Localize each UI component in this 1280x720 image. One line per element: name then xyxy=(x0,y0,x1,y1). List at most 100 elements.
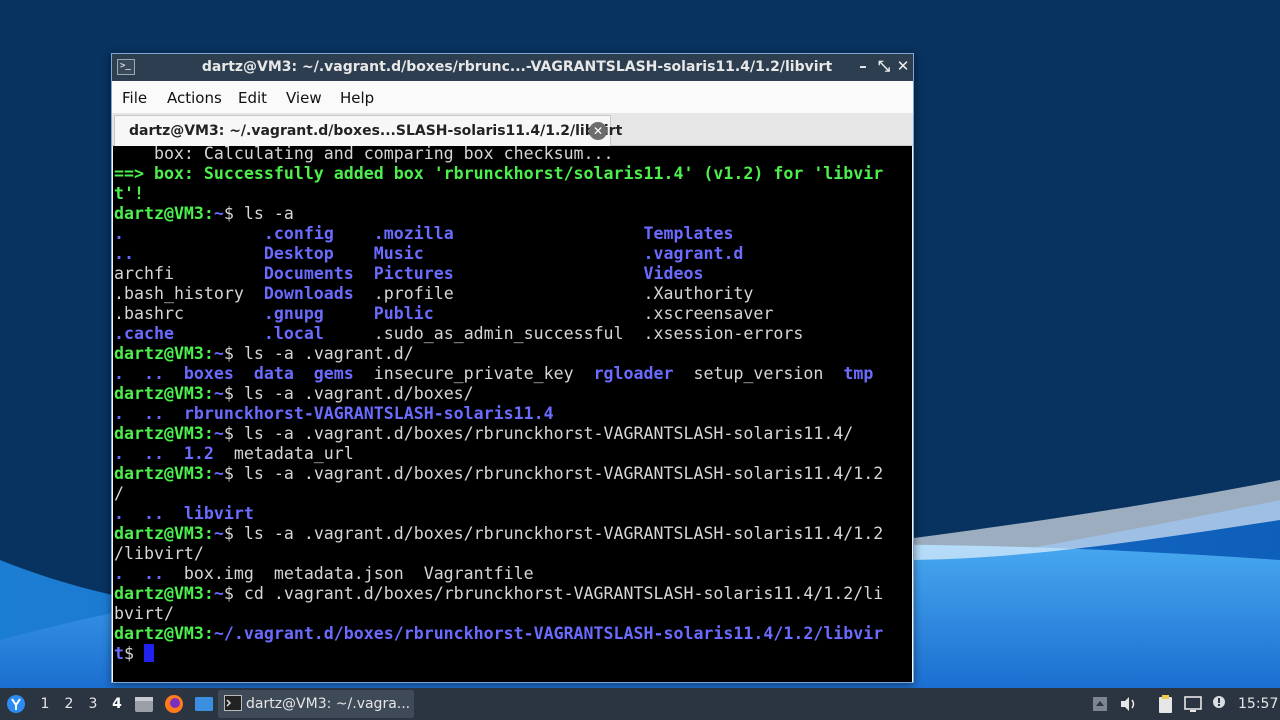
tab-terminal[interactable]: dartz@VM3: ~/.vagrant.d/boxes...SLASH-so… xyxy=(114,115,622,146)
terminal-line: dartz@VM3:~/.vagrant.d/boxes/rbrunckhors… xyxy=(114,624,883,644)
terminal-line: . .. box.img metadata.json Vagrantfile xyxy=(114,564,534,584)
terminal-cursor xyxy=(143,644,154,662)
terminal-line: archfi Documents Pictures Videos xyxy=(114,264,704,284)
terminal-text: .bashrc xyxy=(114,304,264,323)
tray-up-arrow-icon[interactable] xyxy=(1089,693,1111,715)
network-icon[interactable] xyxy=(1182,693,1204,715)
taskbar-terminal-button[interactable]: dartz@VM3: ~/.vagra... xyxy=(218,690,414,718)
terminal-text: Music xyxy=(373,244,424,263)
terminal-line: ==> box: Successfully added box 'rbrunck… xyxy=(114,164,883,184)
terminal-text: t'! xyxy=(114,184,144,203)
terminal-text: $ ls -a xyxy=(223,204,294,223)
terminal-line: t'! xyxy=(114,184,144,204)
terminal-text: .local xyxy=(263,324,324,343)
terminal-line: /libvirt/ xyxy=(114,544,204,564)
menu-actions[interactable]: Actions xyxy=(167,89,222,107)
menu-view[interactable]: View xyxy=(286,89,322,107)
terminal-text: $ ls -a .vagrant.d/boxes/rbrunckhorst-VA… xyxy=(223,464,884,483)
terminal-text: $ ls -a .vagrant.d/ xyxy=(223,344,414,363)
terminal-line: . .. libvirt xyxy=(114,504,254,524)
menu-edit[interactable]: Edit xyxy=(238,89,267,107)
terminal-text: t xyxy=(114,644,124,663)
clipboard-icon[interactable] xyxy=(1154,693,1176,715)
terminal-text: dartz@VM3: xyxy=(114,424,214,443)
menu-bar: File Actions Edit View Help xyxy=(112,81,913,113)
minimize-button[interactable]: – xyxy=(854,57,872,77)
terminal-text: .profile .Xauthority xyxy=(353,284,754,303)
window-title: dartz@VM3: ~/.vagrant.d/boxes/rbrunc...-… xyxy=(201,59,833,75)
terminal-line: .bash_history Downloads .profile .Xautho… xyxy=(114,284,753,304)
terminal-text: Downloads xyxy=(263,284,354,303)
terminal-line: . .. rbrunckhorst-VAGRANTSLASH-solaris11… xyxy=(114,404,554,424)
terminal-text: $ xyxy=(124,644,144,663)
volume-icon[interactable] xyxy=(1117,693,1139,715)
terminal-text: bvirt/ xyxy=(114,604,174,623)
terminal-text: Videos xyxy=(643,264,704,283)
terminal-line: box: Calculating and comparing box check… xyxy=(114,146,614,164)
terminal-text: $ cd .vagrant.d/boxes/rbrunckhorst-VAGRA… xyxy=(223,584,884,603)
terminal-text: Documents xyxy=(263,264,354,283)
close-button[interactable]: ✕ xyxy=(894,57,912,77)
terminal-text: . .. rbrunckhorst-VAGRANTSLASH-solaris11… xyxy=(114,404,554,423)
terminal-text: tmp xyxy=(843,364,874,383)
terminal-text: .mozilla xyxy=(373,224,454,243)
clock: 15:57 xyxy=(1238,696,1279,712)
terminal-line: . .config .mozilla Templates xyxy=(114,224,733,244)
maximize-button[interactable]: ⤡ xyxy=(875,57,893,77)
terminal-text: . .. 1.2 xyxy=(114,444,214,463)
terminal-window[interactable]: >_ dartz@VM3: ~/.vagrant.d/boxes/rbrunc.… xyxy=(111,53,914,683)
workspace-2[interactable]: 2 xyxy=(62,696,76,712)
terminal-text: . .. xyxy=(114,564,164,583)
taskbar-terminal-label: dartz@VM3: ~/.vagra... xyxy=(246,696,411,712)
terminal-text: .. xyxy=(114,244,134,263)
menu-help[interactable]: Help xyxy=(340,89,374,107)
workspace-4[interactable]: 4 xyxy=(110,696,124,712)
terminal-line: t$ xyxy=(114,644,154,664)
window-titlebar[interactable]: >_ dartz@VM3: ~/.vagrant.d/boxes/rbrunc.… xyxy=(112,54,913,81)
terminal-text: .vagrant.d xyxy=(643,244,744,263)
start-menu-icon[interactable] xyxy=(5,693,27,715)
notification-icon[interactable] xyxy=(1208,693,1230,715)
workspace-3[interactable]: 3 xyxy=(86,696,100,712)
terminal-text: Desktop xyxy=(263,244,334,263)
terminal-text: metadata_url xyxy=(213,444,354,463)
terminal-text: .gnupg xyxy=(263,304,324,323)
workspace-1[interactable]: 1 xyxy=(38,696,52,712)
terminal-text: ~ xyxy=(213,384,224,403)
terminal-text: dartz@VM3: xyxy=(114,524,214,543)
terminal-line: dartz@VM3:~$ ls -a .vagrant.d/boxes/rbru… xyxy=(114,424,853,444)
tab-label: dartz@VM3: ~/.vagrant.d/boxes...SLASH-so… xyxy=(129,123,623,139)
tab-close-icon[interactable]: ✕ xyxy=(589,122,607,140)
terminal-line: .cache .local .sudo_as_admin_successful … xyxy=(114,324,803,344)
terminal-text: $ ls -a .vagrant.d/boxes/ xyxy=(223,384,474,403)
terminal-line: dartz@VM3:~$ ls -a xyxy=(114,204,294,224)
terminal-text: $ ls -a .vagrant.d/boxes/rbrunckhorst-VA… xyxy=(223,424,854,443)
terminal-text: dartz@VM3: xyxy=(114,624,214,643)
terminal-text: ~ xyxy=(213,464,224,483)
file-manager-icon[interactable] xyxy=(133,693,155,715)
terminal-text: $ ls -a .vagrant.d/boxes/rbrunckhorst-VA… xyxy=(223,524,884,543)
terminal-text: dartz@VM3: xyxy=(114,464,214,483)
terminal-text: Pictures xyxy=(373,264,454,283)
terminal-text: Public xyxy=(373,304,434,323)
terminal-text: /libvirt/ xyxy=(114,544,204,563)
taskbar: 1 2 3 4 dartz@VM3: ~/.vagra... 15:57 xyxy=(0,688,1280,720)
terminal-output[interactable]: box: Calculating and comparing box check… xyxy=(113,146,912,682)
show-desktop-icon[interactable] xyxy=(193,693,215,715)
terminal-text: box.img metadata.json Vagrantfile xyxy=(163,564,534,583)
firefox-icon[interactable] xyxy=(163,693,185,715)
terminal-text: ==> box: Successfully added box 'rbrunck… xyxy=(114,164,884,183)
terminal-line: / xyxy=(114,484,124,504)
terminal-text: ~ xyxy=(213,424,224,443)
terminal-text: dartz@VM3: xyxy=(114,584,214,603)
menu-file[interactable]: File xyxy=(122,89,147,107)
terminal-text: dartz@VM3: xyxy=(114,384,214,403)
